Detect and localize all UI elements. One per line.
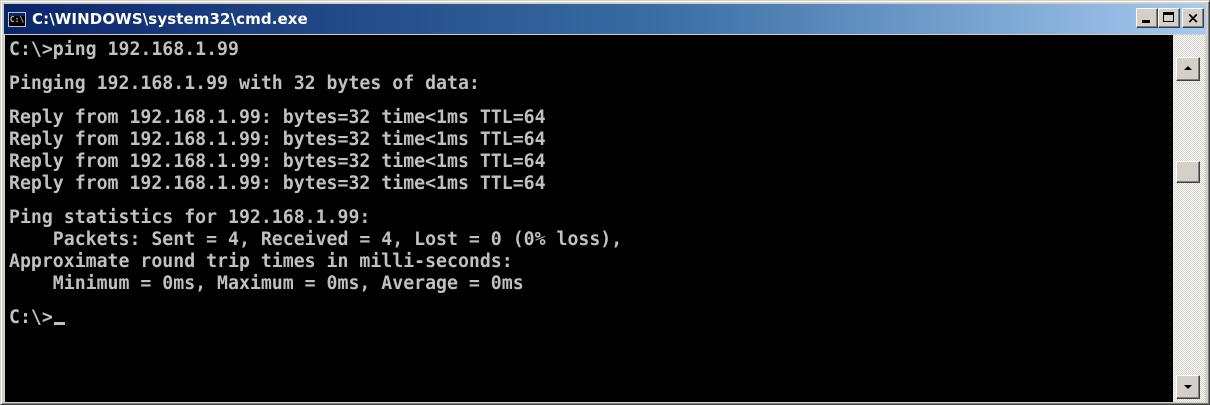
console-line: Reply from 192.168.1.99: bytes=32 time<1… [9,173,546,194]
minimize-icon [1142,20,1150,23]
maximize-button[interactable] [1158,8,1180,28]
maximize-icon [1163,12,1174,22]
console-line: C:\>ping 192.168.1.99 [9,39,239,60]
console-line: Pinging 192.168.1.99 with 32 bytes of da… [9,73,480,94]
console-line: Ping statistics for 192.168.1.99: [9,207,371,228]
console-icon[interactable]: C:\ [8,11,26,27]
prompt-text: C:\> [9,307,53,328]
window-title: C:\WINDOWS\system32\cmd.exe [32,10,308,28]
vertical-scrollbar[interactable] [1173,35,1205,402]
console-line: Minimum = 0ms, Maximum = 0ms, Average = … [9,273,524,294]
minimize-button[interactable] [1136,8,1158,28]
scroll-down-button[interactable] [1176,375,1200,399]
console-line: Reply from 192.168.1.99: bytes=32 time<1… [9,107,546,128]
cmd-window: C:\ C:\WINDOWS\system32\cmd.exe × C:\>pi… [0,0,1210,405]
close-icon: × [1186,9,1200,27]
text-cursor [53,322,65,325]
caption-buttons: × [1136,8,1204,28]
prompt-line[interactable]: C:\> [9,307,1173,329]
console-line: Packets: Sent = 4, Received = 4, Lost = … [9,229,623,250]
scrollbar-thumb[interactable] [1176,161,1200,183]
arrow-up-icon [1184,66,1192,70]
console-line: Reply from 192.168.1.99: bytes=32 time<1… [9,151,546,172]
title-bar[interactable]: C:\ C:\WINDOWS\system32\cmd.exe × [4,4,1206,34]
close-button[interactable]: × [1182,8,1204,28]
console-line: Reply from 192.168.1.99: bytes=32 time<1… [9,129,546,150]
console-output[interactable]: C:\>ping 192.168.1.99 Pinging 192.168.1.… [5,35,1173,402]
scroll-up-button[interactable] [1176,57,1200,81]
console-line: Approximate round trip times in milli-se… [9,251,513,272]
arrow-down-icon [1184,385,1192,389]
